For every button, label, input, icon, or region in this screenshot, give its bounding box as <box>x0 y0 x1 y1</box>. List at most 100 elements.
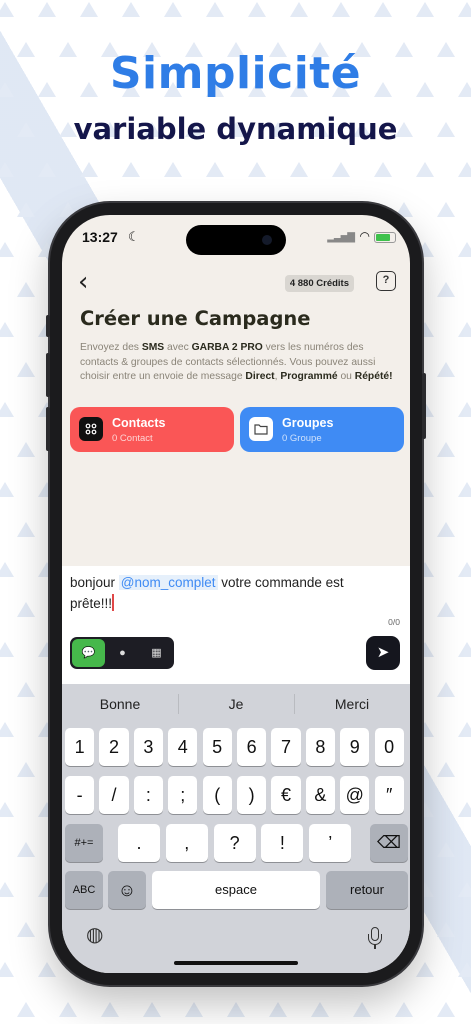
globe-icon[interactable]: ◍ <box>86 922 103 947</box>
back-icon[interactable]: ‹ <box>78 269 98 295</box>
keyboard: Bonne Je Merci 1234567890 - /:;() € & @ ″ #+=… <box>62 684 410 973</box>
background-triangle <box>0 2 14 17</box>
background-triangle <box>458 162 471 177</box>
background-triangle <box>332 162 350 177</box>
return-key[interactable]: retour <box>326 871 408 909</box>
background-triangle <box>101 1002 119 1017</box>
key[interactable]: ’ <box>309 824 352 862</box>
calendar-icon[interactable]: ▦ <box>140 639 173 667</box>
key[interactable]: € <box>271 776 301 814</box>
contacts-card[interactable]: Contacts 0 Contact <box>70 407 234 452</box>
background-triangle <box>458 562 471 577</box>
send-icon[interactable]: ➤ <box>366 636 400 670</box>
clock-icon[interactable]: ● <box>106 639 139 667</box>
background-triangle <box>458 882 471 897</box>
key[interactable]: 3 <box>133 728 163 766</box>
contacts-icon <box>79 417 103 441</box>
contacts-title: Contacts <box>112 416 166 430</box>
key[interactable]: 6 <box>237 728 267 766</box>
background-triangle <box>17 442 35 457</box>
background-triangle <box>416 162 434 177</box>
background-triangle <box>59 1002 77 1017</box>
space-key[interactable]: espace <box>152 871 320 909</box>
key[interactable]: 5 <box>202 728 232 766</box>
key[interactable]: ) <box>237 776 267 814</box>
background-triangle <box>227 1002 245 1017</box>
background-triangle <box>458 482 471 497</box>
groupes-title: Groupes <box>282 416 334 430</box>
signal-icon: ▂▃▅▇ <box>327 232 355 243</box>
background-triangle <box>311 1002 329 1017</box>
credits-badge: 4 880 Crédits <box>284 275 354 292</box>
background-triangle <box>17 1002 35 1017</box>
wifi-icon: ◠ <box>359 229 370 243</box>
background-triangle <box>0 642 14 657</box>
abc-key[interactable]: ABC <box>65 871 103 909</box>
key[interactable]: ? <box>213 824 256 862</box>
backspace-icon[interactable]: ⌫ <box>370 824 408 862</box>
send-mode-selector: 💬 ● ▦ <box>70 637 174 669</box>
background-triangle <box>458 962 471 977</box>
background-triangle <box>395 1002 413 1017</box>
background-triangle <box>0 242 14 257</box>
background-triangle <box>0 322 14 337</box>
suggestion[interactable]: Merci <box>294 696 410 712</box>
help-icon[interactable]: ? <box>376 271 396 291</box>
key[interactable]: ! <box>261 824 304 862</box>
key[interactable]: 7 <box>271 728 301 766</box>
groupes-card[interactable]: Groupes 0 Groupe <box>240 407 404 452</box>
key[interactable]: 8 <box>305 728 335 766</box>
key[interactable]: 1 <box>65 728 95 766</box>
microphone-icon[interactable] <box>368 927 382 949</box>
background-triangle <box>0 482 14 497</box>
message-input[interactable]: bonjour @nom_complet votre commande est … <box>70 572 370 614</box>
background-triangle <box>248 2 266 17</box>
background-triangle <box>80 162 98 177</box>
key[interactable]: - <box>65 776 95 814</box>
background-triangle <box>38 162 56 177</box>
status-time: 13:27 <box>82 229 118 245</box>
key[interactable]: . <box>118 824 160 862</box>
background-triangle <box>290 2 308 17</box>
key[interactable]: , <box>165 824 208 862</box>
suggestion[interactable]: Bonne <box>62 696 178 712</box>
background-triangle <box>416 2 434 17</box>
key[interactable]: @ <box>340 776 370 814</box>
background-triangle <box>0 882 14 897</box>
key[interactable]: ; <box>168 776 198 814</box>
key[interactable]: ″ <box>374 776 404 814</box>
background-triangle <box>122 2 140 17</box>
background-triangle <box>17 602 35 617</box>
background-triangle <box>0 722 14 737</box>
top-bar: ‹ 4 880 Crédits ? <box>62 269 410 299</box>
key[interactable]: 9 <box>340 728 370 766</box>
symbols-key[interactable]: #+= <box>65 824 103 862</box>
key[interactable]: / <box>99 776 129 814</box>
background-triangle <box>437 442 455 457</box>
battery-icon <box>374 232 396 243</box>
key[interactable]: 4 <box>168 728 198 766</box>
text-cursor <box>112 594 114 611</box>
background-triangle <box>38 2 56 17</box>
emoji-icon[interactable]: ☺ <box>108 871 146 909</box>
background-triangle <box>206 2 224 17</box>
home-indicator <box>174 961 298 965</box>
key[interactable]: ( <box>202 776 232 814</box>
key[interactable]: 2 <box>99 728 129 766</box>
folder-icon <box>249 417 273 441</box>
direct-mode-icon[interactable]: 💬 <box>72 639 105 667</box>
background-triangle <box>80 2 98 17</box>
contacts-count: 0 Contact <box>112 433 153 444</box>
background-triangle <box>206 162 224 177</box>
suggestion[interactable]: Je <box>178 696 294 712</box>
background-triangle <box>437 522 455 537</box>
message-composer: bonjour @nom_complet votre commande est … <box>62 566 410 684</box>
key[interactable]: : <box>133 776 163 814</box>
background-triangle <box>17 202 35 217</box>
moon-icon: ☾ <box>128 229 140 244</box>
power-button <box>422 373 426 439</box>
key[interactable]: & <box>305 776 335 814</box>
key[interactable]: 0 <box>374 728 404 766</box>
background-triangle <box>437 922 455 937</box>
background-triangle <box>458 322 471 337</box>
